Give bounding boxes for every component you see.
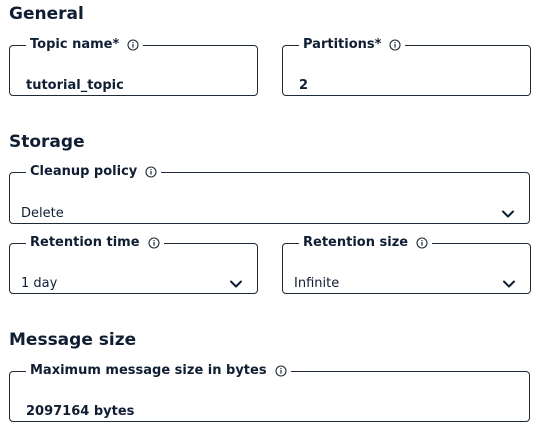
info-circle-icon[interactable]	[275, 365, 287, 377]
chevron-down-icon[interactable]	[229, 277, 243, 291]
cleanup-policy-value: Delete	[21, 206, 64, 221]
topic-name-field[interactable]: Topic name* tutorial_topic	[9, 37, 258, 96]
max-message-size-field[interactable]: Maximum message size in bytes 2097164 by…	[9, 363, 530, 422]
chevron-down-icon[interactable]	[501, 207, 515, 221]
retention-time-label: Retention time	[30, 235, 140, 250]
section-heading-general: General	[9, 4, 84, 24]
info-circle-icon[interactable]	[416, 237, 428, 249]
partitions-label: Partitions*	[303, 37, 382, 52]
retention-size-legend: Retention size	[299, 235, 432, 251]
max-message-size-input[interactable]: 2097164 bytes	[26, 404, 134, 420]
topic-name-input[interactable]: tutorial_topic	[26, 78, 124, 94]
section-heading-storage: Storage	[9, 132, 85, 152]
partitions-field[interactable]: Partitions* 2	[282, 37, 531, 96]
chevron-down-icon[interactable]	[502, 277, 516, 291]
partitions-input[interactable]: 2	[299, 78, 308, 94]
cleanup-policy-label: Cleanup policy	[30, 164, 138, 179]
topic-name-legend: Topic name*	[26, 37, 143, 53]
max-message-size-legend: Maximum message size in bytes	[26, 363, 291, 379]
retention-time-value: 1 day	[21, 276, 58, 291]
section-heading-message-size: Message size	[9, 330, 137, 350]
retention-time-legend: Retention time	[26, 235, 164, 251]
retention-size-value: Infinite	[294, 276, 340, 291]
cleanup-policy-select[interactable]: Cleanup policy Delete	[9, 164, 530, 224]
retention-size-label: Retention size	[303, 235, 409, 250]
retention-size-select[interactable]: Retention size Infinite	[282, 235, 531, 294]
retention-time-select[interactable]: Retention time 1 day	[9, 235, 258, 294]
info-circle-icon[interactable]	[389, 39, 401, 51]
max-message-size-label: Maximum message size in bytes	[30, 363, 267, 378]
topic-name-label: Topic name*	[30, 37, 120, 52]
info-circle-icon[interactable]	[147, 237, 160, 249]
partitions-legend: Partitions*	[299, 37, 405, 53]
info-circle-icon[interactable]	[127, 39, 139, 51]
info-circle-icon[interactable]	[145, 166, 157, 178]
cleanup-policy-legend: Cleanup policy	[26, 164, 161, 180]
